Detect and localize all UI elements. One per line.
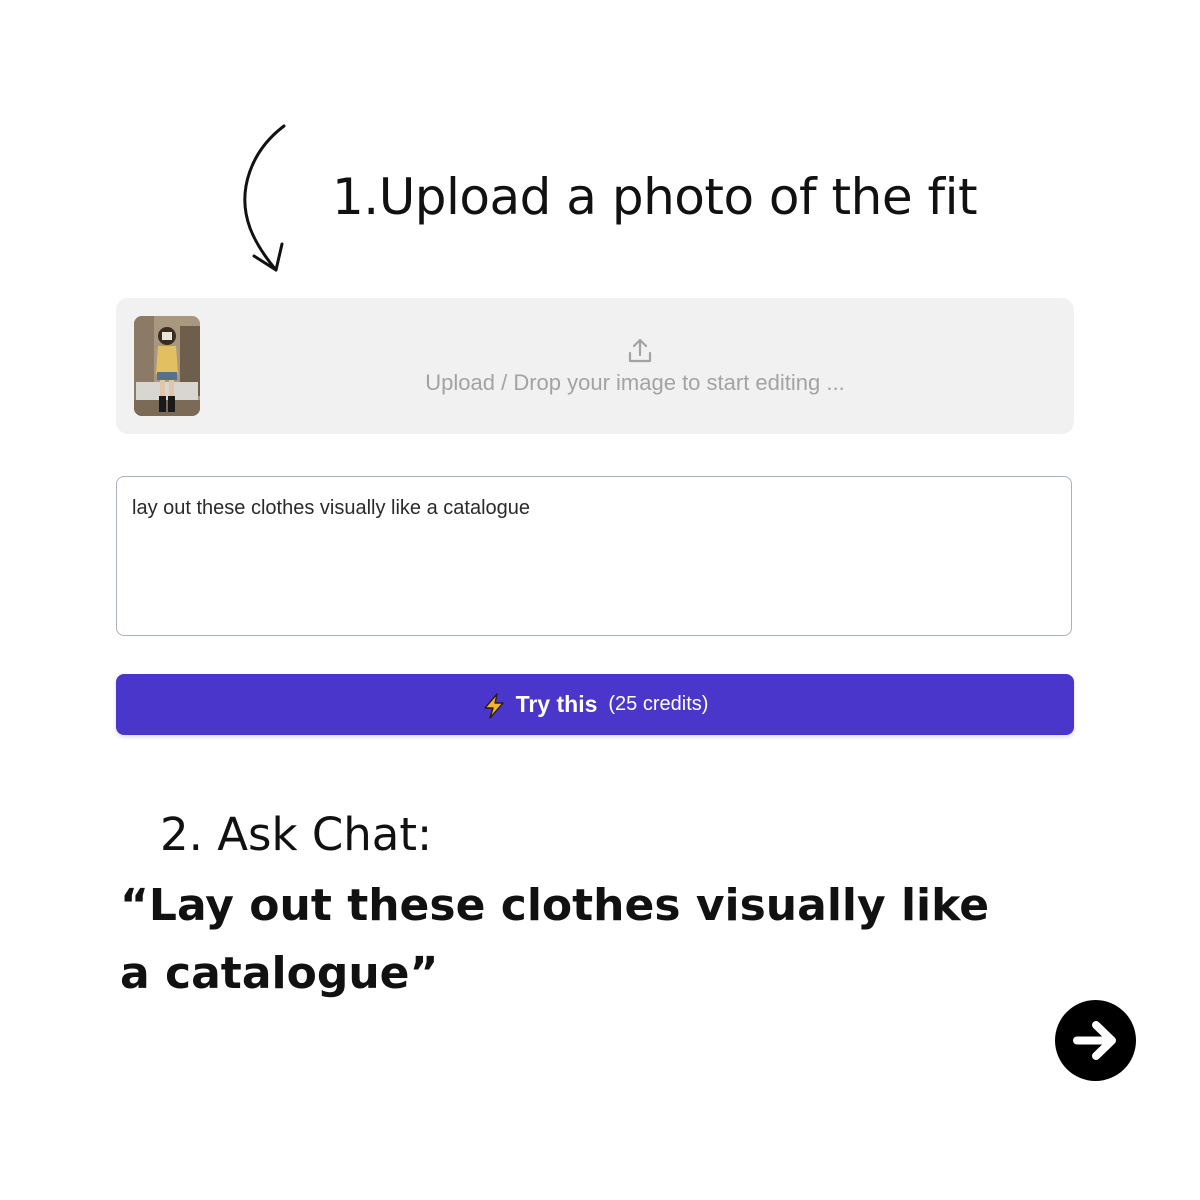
upload-hint-text: Upload / Drop your image to start editin… — [425, 370, 845, 395]
credits-label: (25 credits) — [608, 693, 709, 715]
arrow-right-circle-icon — [1073, 1021, 1116, 1060]
step1-title: 1.Upload a photo of the fit — [332, 168, 978, 226]
next-slide-button[interactable] — [1055, 1000, 1136, 1081]
lightning-bolt-icon — [483, 692, 504, 719]
prompt-text[interactable]: lay out these clothes visually like a ca… — [132, 497, 530, 520]
hand-drawn-arrow-icon — [243, 124, 286, 272]
try-this-button[interactable]: Try this (25 credits) — [116, 674, 1074, 735]
step2-prompt-quote: “Lay out these clothes visually like a c… — [120, 880, 990, 999]
try-this-label: Try this — [515, 691, 598, 717]
prompt-textarea[interactable]: lay out these clothes visually like a ca… — [116, 476, 1072, 636]
upload-dropzone[interactable]: Upload / Drop your image to start editin… — [116, 298, 1074, 434]
uploaded-photo-thumbnail[interactable] — [134, 316, 200, 416]
step2-title: 2. Ask Chat: — [160, 808, 433, 861]
upload-icon — [628, 338, 652, 363]
